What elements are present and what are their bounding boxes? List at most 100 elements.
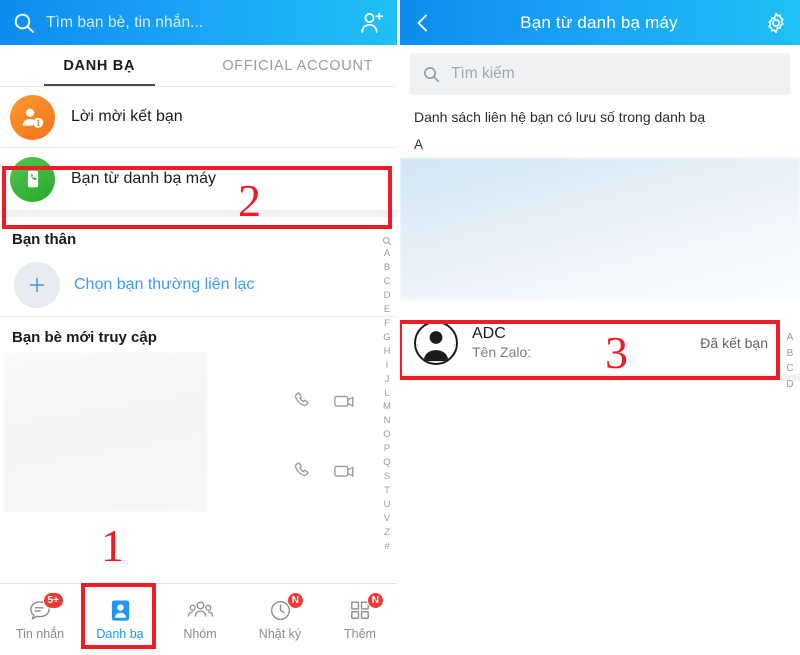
contact-zalo-name: Tên Zalo:	[472, 344, 532, 361]
nav-item-tin-nhan[interactable]: 5+ Tin nhắn	[0, 584, 80, 655]
contact-name: ADC	[472, 325, 506, 343]
section-divider	[0, 210, 397, 217]
alpha-letter[interactable]: D	[786, 377, 793, 393]
video-call-icon[interactable]	[332, 460, 358, 482]
list-item[interactable]	[292, 390, 358, 412]
search-icon[interactable]	[382, 236, 392, 246]
plus-icon[interactable]	[14, 262, 60, 308]
choose-frequent-contacts-label: Chọn bạn thường liên lạc	[74, 276, 255, 293]
nav-item-them-label: Thêm	[344, 627, 376, 641]
search-placeholder: Tìm kiếm	[451, 65, 515, 82]
nav-item-nhom[interactable]: Nhóm	[160, 584, 240, 655]
friend-request-icon	[10, 94, 55, 140]
alpha-letter[interactable]: I	[386, 359, 389, 373]
right-phone-panel: Bạn từ danh bạ máy Tìm kiếm Danh sách li…	[400, 0, 800, 655]
alpha-letter[interactable]: A	[384, 247, 390, 261]
alpha-letter[interactable]: M	[383, 400, 391, 414]
alpha-letter[interactable]: F	[384, 317, 390, 331]
alpha-letter[interactable]: O	[383, 428, 390, 442]
search-icon	[422, 65, 441, 84]
callout-number-2: 2	[238, 175, 261, 226]
callout-number-3: 3	[605, 327, 628, 378]
clock-icon: N	[265, 592, 304, 622]
gear-icon[interactable]	[764, 11, 788, 35]
alpha-letter[interactable]: S	[384, 470, 390, 484]
alpha-letter[interactable]: N	[384, 414, 391, 428]
blurred-contacts-region	[400, 158, 800, 300]
alpha-letter[interactable]: H	[384, 345, 391, 359]
tab-bar: DANH BẠ OFFICIAL ACCOUNT	[0, 45, 397, 87]
alpha-letter[interactable]: C	[384, 275, 391, 289]
video-call-icon[interactable]	[332, 390, 358, 412]
alpha-letter[interactable]: #	[384, 540, 389, 554]
alphabet-index[interactable]: A B C D	[783, 330, 797, 392]
left-header-bar: Tìm bạn bè, tin nhắn...	[0, 0, 397, 45]
alpha-letter[interactable]: B	[787, 346, 794, 362]
recent-friends-title: Bạn bè mới truy cập	[12, 329, 157, 346]
right-header-bar: Bạn từ danh bạ máy	[400, 0, 800, 45]
alpha-letter[interactable]: Z	[384, 526, 390, 540]
back-arrow-icon[interactable]	[412, 12, 434, 34]
alpha-letter[interactable]: G	[383, 331, 390, 345]
choose-frequent-contacts-row[interactable]: Chọn bạn thường liên lạc	[0, 254, 397, 316]
alpha-letter[interactable]: U	[384, 498, 391, 512]
alpha-letter[interactable]: V	[384, 512, 390, 526]
chat-bubble-icon: 5+	[25, 592, 64, 622]
badge-count: N	[366, 592, 384, 609]
contact-list-description: Danh sách liên hệ bạn có lưu số trong da…	[414, 109, 706, 125]
phonebook-icon	[10, 156, 55, 202]
nav-item-danh-ba-label: Danh bạ	[96, 627, 144, 641]
recent-friends-list	[0, 352, 397, 517]
tab-official-account[interactable]: OFFICIAL ACCOUNT	[199, 45, 398, 86]
contacts-icon	[105, 598, 135, 622]
badge-count: 5+	[42, 592, 64, 609]
add-friend-icon[interactable]	[359, 10, 385, 36]
alpha-letter[interactable]: E	[384, 303, 390, 317]
contact-row-adc[interactable]: ADC Tên Zalo: Đã kết bạn	[400, 312, 800, 374]
phone-call-icon[interactable]	[292, 460, 314, 482]
tab-official-account-label: OFFICIAL ACCOUNT	[222, 57, 374, 74]
row-from-phonebook-label: Bạn từ danh bạ máy	[71, 170, 217, 187]
alpha-letter[interactable]: Q	[383, 456, 390, 470]
nav-item-nhat-ky[interactable]: N Nhật ký	[240, 584, 320, 655]
search-input[interactable]: Tìm kiếm	[410, 53, 790, 95]
badge-count: N	[286, 592, 304, 609]
zalo-tutorial-screenshot: Tìm bạn bè, tin nhắn... DANH BẠ OFFICIAL…	[0, 0, 800, 655]
alpha-letter[interactable]: T	[384, 484, 390, 498]
contact-status: Đã kết bạn	[700, 335, 768, 351]
page-title: Bạn từ danh bạ máy	[520, 12, 678, 32]
tab-danh-ba[interactable]: DANH BẠ	[0, 45, 199, 86]
section-letter-header: A	[414, 137, 424, 152]
search-icon[interactable]	[12, 11, 36, 35]
contact-text-block: ADC Tên Zalo:	[472, 324, 531, 362]
alphabet-index[interactable]: A B C D E F G H I J L M N O P Q S T U V …	[379, 236, 395, 554]
row-from-phonebook[interactable]: Bạn từ danh bạ máy	[0, 148, 397, 210]
best-friends-title: Bạn thân	[12, 231, 77, 248]
tab-danh-ba-label: DANH BẠ	[63, 57, 136, 74]
alpha-letter[interactable]: J	[385, 373, 390, 387]
left-phone-panel: Tìm bạn bè, tin nhắn... DANH BẠ OFFICIAL…	[0, 0, 400, 655]
nav-item-danh-ba[interactable]: Danh bạ	[80, 584, 160, 655]
callout-number-1: 1	[101, 520, 124, 571]
alpha-letter[interactable]: C	[786, 361, 793, 377]
nav-item-nhom-label: Nhóm	[183, 627, 217, 641]
phone-call-icon[interactable]	[292, 390, 314, 412]
nav-item-nhat-ky-label: Nhật ký	[258, 627, 302, 641]
alpha-letter[interactable]: L	[384, 387, 389, 401]
row-friend-requests-label: Lời mời kết bạn	[71, 108, 183, 125]
alpha-letter[interactable]: P	[384, 442, 390, 456]
alpha-letter[interactable]: B	[384, 261, 390, 275]
person-avatar-icon	[414, 321, 458, 365]
grid-more-icon: N	[345, 592, 384, 622]
group-icon	[185, 598, 215, 622]
nav-item-them[interactable]: N Thêm	[320, 584, 397, 655]
row-friend-requests[interactable]: Lời mời kết bạn	[0, 87, 397, 147]
search-input[interactable]: Tìm bạn bè, tin nhắn...	[46, 14, 349, 32]
list-item[interactable]	[292, 460, 358, 482]
bottom-navigation-bar: 5+ Tin nhắn Danh bạ Nhóm N Nhật ký N Thê…	[0, 583, 397, 655]
alpha-letter[interactable]: A	[787, 330, 794, 346]
blurred-contact-names	[4, 352, 207, 512]
nav-item-tin-nhan-label: Tin nhắn	[15, 627, 65, 641]
alpha-letter[interactable]: D	[384, 289, 391, 303]
divider	[400, 374, 800, 381]
